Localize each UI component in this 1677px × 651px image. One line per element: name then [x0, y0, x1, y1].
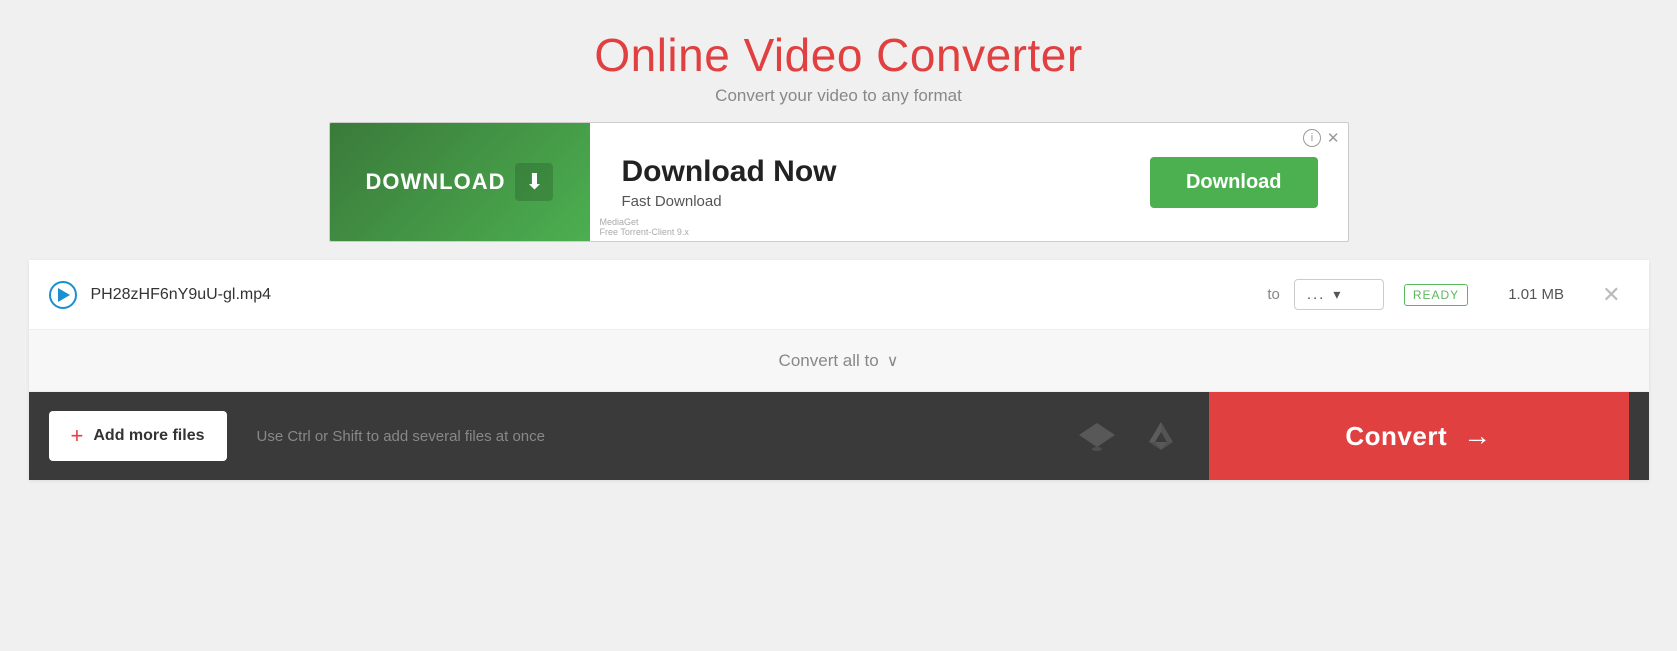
convert-all-label: Convert all to — [779, 351, 879, 371]
file-size: 1.01 MB — [1468, 286, 1564, 303]
format-dots: ... — [1307, 286, 1326, 303]
ready-badge: READY — [1404, 284, 1468, 306]
ad-close-icon[interactable]: ✕ — [1327, 131, 1340, 146]
convert-arrow-icon: → — [1463, 420, 1492, 452]
ad-controls: i ✕ — [1303, 129, 1340, 147]
page-header: Online Video Converter Convert your vide… — [594, 28, 1082, 106]
ad-download-label: DOWNLOAD — [366, 169, 506, 195]
convert-label: Convert — [1345, 421, 1447, 452]
convert-all-dropdown[interactable]: Convert all to ∨ — [779, 351, 899, 371]
ad-left-section: DOWNLOAD ⬇ — [330, 123, 590, 241]
convert-button[interactable]: Convert → — [1209, 392, 1629, 480]
ad-info-icon[interactable]: i — [1303, 129, 1321, 147]
bottom-bar: + Add more files Use Ctrl or Shift to ad… — [29, 392, 1649, 480]
convert-all-row[interactable]: Convert all to ∨ — [29, 330, 1649, 392]
dropbox-icon[interactable] — [1079, 418, 1115, 454]
add-more-button[interactable]: + Add more files — [49, 411, 227, 461]
ad-middle-section: Download Now Fast Download — [590, 155, 1150, 210]
chevron-down-icon: ▾ — [1333, 286, 1340, 303]
add-more-label: Add more files — [93, 427, 204, 445]
ad-download-icon: ⬇ — [515, 163, 553, 201]
help-text: Use Ctrl or Shift to add several files a… — [257, 428, 1079, 445]
page-subtitle: Convert your video to any format — [594, 86, 1082, 106]
converter-container: PH28zHF6nY9uU-gl.mp4 to ... ▾ READY 1.01… — [29, 260, 1649, 480]
ad-sub-text: Fast Download — [622, 193, 1118, 210]
play-icon-triangle — [58, 288, 70, 302]
plus-icon: + — [71, 425, 84, 447]
ad-right-section: Download — [1150, 157, 1348, 208]
page-title: Online Video Converter — [594, 28, 1082, 82]
file-row: PH28zHF6nY9uU-gl.mp4 to ... ▾ READY 1.01… — [29, 260, 1649, 330]
gdrive-icon[interactable] — [1143, 418, 1179, 454]
ad-main-text: Download Now — [622, 155, 1118, 189]
ad-action-button[interactable]: Download — [1150, 157, 1318, 208]
remove-file-icon[interactable]: ✕ — [1594, 278, 1628, 312]
play-button[interactable] — [49, 281, 77, 309]
cloud-icons — [1079, 418, 1179, 454]
ad-banner: i ✕ DOWNLOAD ⬇ Download Now Fast Downloa… — [329, 122, 1349, 242]
ad-small-text: MediaGetFree Torrent-Client 9.x — [600, 217, 689, 237]
format-dropdown[interactable]: ... ▾ — [1294, 279, 1384, 310]
convert-all-chevron-icon: ∨ — [887, 351, 899, 371]
file-name: PH28zHF6nY9uU-gl.mp4 — [91, 286, 1254, 304]
to-label: to — [1267, 286, 1280, 303]
